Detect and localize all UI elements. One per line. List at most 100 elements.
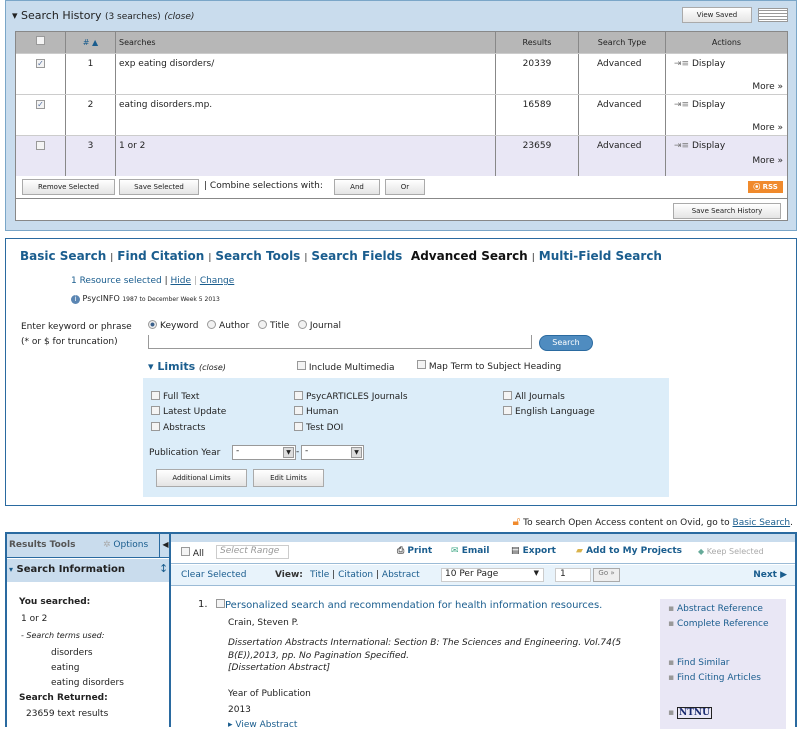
resize-icon[interactable]: ↕ <box>159 562 168 575</box>
per-page-select[interactable]: 10 Per Page ▼ <box>441 568 544 582</box>
change-link[interactable]: Change <box>200 276 234 286</box>
open-lock-icon: 🔓︎ <box>512 514 521 528</box>
view-saved-button[interactable]: View Saved <box>682 7 752 23</box>
print-button[interactable]: ⎙ Print <box>397 546 432 556</box>
result-title[interactable]: Personalized search and recommendation f… <box>216 599 602 611</box>
view-title[interactable]: Title <box>310 570 329 580</box>
sort-number-header[interactable]: # ▲ <box>66 32 116 53</box>
next-button[interactable]: Next ▶ <box>753 570 787 580</box>
limit-abstracts[interactable]: Abstracts <box>151 422 205 433</box>
clear-selected-link[interactable]: Clear Selected <box>181 570 246 580</box>
abstract-reference-link[interactable]: ▪ Abstract Reference <box>668 602 786 617</box>
limit-psycarticles[interactable]: PsycARTICLES Journals <box>294 391 408 402</box>
map-term-checkbox[interactable]: Map Term to Subject Heading <box>417 360 561 372</box>
searched-query: 1 or 2 <box>21 614 48 624</box>
add-to-projects-button[interactable]: ▰ Add to My Projects <box>576 546 682 556</box>
collapse-icon[interactable]: ▾ <box>12 9 18 22</box>
tab-multi-field-search[interactable]: Multi-Field Search <box>539 249 662 263</box>
select-all-checkbox[interactable] <box>36 36 45 45</box>
search-returned-label: Search Returned: <box>19 693 108 703</box>
basic-search-link[interactable]: Basic Search <box>733 518 791 528</box>
radio-journal[interactable]: Journal <box>297 320 341 331</box>
radio-title[interactable]: Title <box>257 320 289 331</box>
year-to-select[interactable]: - ▼ <box>301 445 364 460</box>
view-citation[interactable]: Citation <box>338 570 373 580</box>
display-icon[interactable]: ⇥≡ <box>674 100 689 110</box>
find-citing-articles-link[interactable]: ▪ Find Citing Articles <box>668 671 786 686</box>
find-similar-link[interactable]: ▪ Find Similar <box>668 656 786 671</box>
info-icon[interactable]: i <box>71 295 80 304</box>
search-term: eating disorders <box>51 678 124 688</box>
options-button[interactable]: ✲ Options <box>103 540 148 550</box>
display-link[interactable]: Display <box>692 141 725 151</box>
year-from-select[interactable]: - ▼ <box>232 445 296 460</box>
radio-author[interactable]: Author <box>207 320 249 331</box>
ntnu-link[interactable]: ▪ NTNU <box>668 706 786 721</box>
year-label: Year of Publication <box>228 689 311 699</box>
search-tabs: Basic Search | Find Citation | Search Tools |… <box>20 249 662 263</box>
you-searched-label: You searched: <box>19 597 91 607</box>
view-abstract-toggle[interactable]: ▸ View Abstract <box>228 720 297 730</box>
history-row: ✓ 2 eating disorders.mp. 16589 Advanced … <box>16 94 787 135</box>
row-checkbox[interactable]: ✓ <box>36 59 45 68</box>
tab-basic-search[interactable]: Basic Search <box>20 249 106 263</box>
and-button[interactable]: And <box>334 179 380 195</box>
display-link[interactable]: Display <box>692 59 725 69</box>
terms-label: - Search terms used: <box>21 631 105 640</box>
hide-link[interactable]: Hide <box>170 276 191 286</box>
save-selected-button[interactable]: Save Selected <box>119 179 199 195</box>
edit-limits-button[interactable]: Edit Limits <box>253 469 324 487</box>
display-icon[interactable]: ⇥≡ <box>674 59 689 69</box>
result-number: 1. <box>198 599 208 610</box>
keep-selected-button[interactable]: ◆ Keep Selected <box>698 547 764 556</box>
tab-find-citation[interactable]: Find Citation <box>117 249 204 263</box>
limit-all-journals[interactable]: All Journals <box>503 391 565 402</box>
select-range-input[interactable]: Select Range <box>216 545 289 559</box>
tab-search-fields[interactable]: Search Fields <box>311 249 402 263</box>
tab-search-tools[interactable]: Search Tools <box>215 249 300 263</box>
result-checkbox[interactable] <box>216 599 225 608</box>
select-all-checkbox[interactable]: All <box>181 547 204 559</box>
row-checkbox[interactable] <box>36 141 45 150</box>
row-checkbox[interactable]: ✓ <box>36 100 45 109</box>
search-input[interactable] <box>148 335 532 349</box>
radio-keyword[interactable]: Keyword <box>148 320 198 331</box>
email-button[interactable]: ✉ Email <box>451 546 489 556</box>
remove-selected-button[interactable]: Remove Selected <box>22 179 115 195</box>
search-history-panel: ▾ Search History (3 searches) (close) Vi… <box>5 0 797 231</box>
include-multimedia-checkbox[interactable]: Include Multimedia <box>297 361 395 373</box>
history-row: 3 1 or 2 23659 Advanced ⇥≡ Display More » <box>16 135 787 176</box>
search-history-header[interactable]: ▾ Search History (3 searches) (close) <box>12 9 194 22</box>
display-icon[interactable]: ⇥≡ <box>674 141 689 151</box>
limit-english-language[interactable]: English Language <box>503 406 595 417</box>
additional-limits-button[interactable]: Additional Limits <box>156 469 247 487</box>
limit-test-doi[interactable]: Test DOI <box>294 422 343 433</box>
more-link[interactable]: More » <box>752 82 783 92</box>
collapse-sidebar-icon[interactable]: ◀ <box>159 533 171 558</box>
page-input[interactable]: 1 <box>555 568 591 582</box>
search-term: disorders <box>51 648 93 658</box>
save-search-history-button[interactable]: Save Search History <box>673 203 781 219</box>
limits-toggle[interactable]: ▾ Limits (close) <box>148 360 226 373</box>
go-button[interactable]: Go » <box>593 568 620 582</box>
menu-icon[interactable] <box>758 8 788 22</box>
view-abstract[interactable]: Abstract <box>382 570 420 580</box>
more-link[interactable]: More » <box>752 123 783 133</box>
or-button[interactable]: Or <box>385 179 425 195</box>
complete-reference-link[interactable]: ▪ Complete Reference <box>668 617 786 632</box>
tab-advanced-search[interactable]: Advanced Search <box>411 249 528 263</box>
close-link[interactable]: (close) <box>164 12 194 22</box>
search-information-header[interactable]: ▾ Search Information <box>9 564 125 575</box>
export-button[interactable]: ▤ Export <box>511 546 556 556</box>
truncation-hint: (* or $ for truncation) <box>21 337 118 347</box>
rss-button[interactable]: ⦿ RSS <box>748 181 783 193</box>
limit-full-text[interactable]: Full Text <box>151 391 199 402</box>
publication-year-label: Publication Year <box>149 448 221 458</box>
search-button[interactable]: Search <box>539 335 593 351</box>
chevron-down-icon: ▼ <box>533 569 539 577</box>
display-link[interactable]: Display <box>692 100 725 110</box>
limit-human[interactable]: Human <box>294 406 338 417</box>
more-link[interactable]: More » <box>752 156 783 166</box>
limit-latest-update[interactable]: Latest Update <box>151 406 226 417</box>
open-access-notice: 🔓︎ To search Open Access content on Ovid… <box>512 514 793 528</box>
